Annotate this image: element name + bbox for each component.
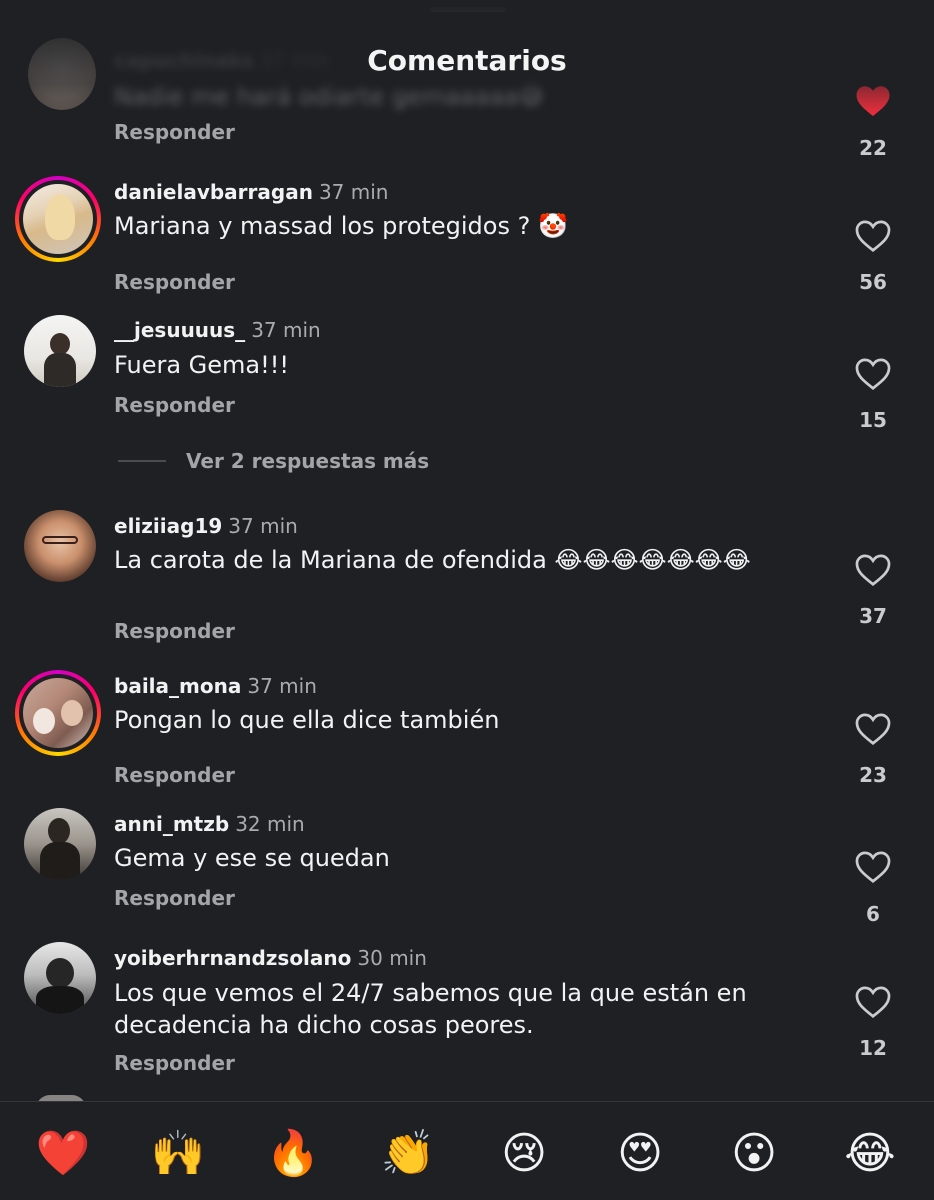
- comment-text: Los que vemos el 24/7 sabemos que la que…: [114, 979, 747, 1039]
- comment-time: 32 min: [235, 812, 305, 836]
- comment-time: 37 min: [228, 514, 298, 538]
- divider: [118, 460, 166, 462]
- like-count: 15: [859, 408, 887, 432]
- sheet-grab-handle[interactable]: [430, 7, 506, 12]
- comment-text: Fuera Gema!!!: [114, 351, 289, 379]
- fire-emoji-button[interactable]: 🔥: [265, 1126, 321, 1182]
- heart-outline-icon[interactable]: [855, 985, 891, 1019]
- comment-text: Mariana y massad los protegidos ? 🤡: [114, 212, 568, 240]
- view-more-replies-label: Ver 2 respuestas más: [186, 449, 430, 473]
- comment-text: Nadie me hará odiarte gemaaaaa😅: [114, 82, 544, 110]
- heart-outline-icon[interactable]: [855, 553, 891, 587]
- heart-outline-icon[interactable]: [855, 219, 891, 253]
- avatar: [23, 678, 93, 748]
- emoji-reaction-bar: ❤️ 🙌 🔥 👏 😢 😍 😮 😂: [0, 1101, 934, 1200]
- avatar[interactable]: [24, 942, 96, 1014]
- like-count: 56: [859, 270, 887, 294]
- comment-username[interactable]: __jesuuuus_ 37 min: [114, 318, 321, 342]
- comment-time: 37 min: [247, 674, 317, 698]
- page-title: Comentarios: [367, 44, 567, 77]
- red-heart-emoji-button[interactable]: ❤️: [35, 1126, 91, 1182]
- heart-outline-icon[interactable]: [855, 712, 891, 746]
- reply-button[interactable]: Responder: [114, 393, 235, 417]
- comment-username[interactable]: yoiberhrnandzsolano 30 min: [114, 946, 427, 970]
- avatar[interactable]: [24, 315, 96, 387]
- view-more-replies-button[interactable]: Ver 2 respuestas más: [118, 446, 429, 476]
- raising-hands-emoji-button[interactable]: 🙌: [150, 1126, 206, 1182]
- like-count: 6: [866, 902, 880, 926]
- comment-username[interactable]: eliziiag19 37 min: [114, 514, 298, 538]
- clapping-hands-emoji-button[interactable]: 👏: [380, 1126, 436, 1182]
- reply-button[interactable]: Responder: [114, 886, 235, 910]
- comment-time: 30 min: [357, 946, 427, 970]
- tears-of-joy-emoji-button[interactable]: 😂: [842, 1126, 898, 1182]
- heart-eyes-emoji-button[interactable]: 😍: [612, 1126, 668, 1182]
- heart-outline-icon[interactable]: [855, 357, 891, 391]
- surprised-face-emoji-button[interactable]: 😮: [726, 1126, 782, 1182]
- reply-button[interactable]: Responder: [114, 1051, 235, 1075]
- comments-sheet: Comentarios capuchinaks 37 min Nadie me h…: [0, 0, 934, 1200]
- like-count: 23: [859, 763, 887, 787]
- comment-username[interactable]: baila_mona 37 min: [114, 674, 317, 698]
- heart-outline-icon[interactable]: [855, 850, 891, 884]
- crying-face-emoji-button[interactable]: 😢: [496, 1126, 552, 1182]
- like-count: 22: [859, 136, 887, 160]
- comment-username[interactable]: anni_mtzb 32 min: [114, 812, 305, 836]
- comment-text: Pongan lo que ella dice también: [114, 706, 500, 734]
- avatar: [23, 184, 93, 254]
- avatar[interactable]: [24, 510, 96, 582]
- reply-button[interactable]: Responder: [114, 270, 235, 294]
- avatar[interactable]: [24, 808, 96, 880]
- comment-text: Gema y ese se quedan: [114, 844, 390, 872]
- avatar-story-ring[interactable]: [15, 176, 101, 262]
- comment-time: 37 min: [318, 180, 389, 204]
- reply-button[interactable]: Responder: [114, 619, 235, 643]
- like-count: 12: [859, 1036, 887, 1060]
- avatar-story-ring[interactable]: [15, 670, 101, 756]
- comment-username[interactable]: danielavbarragan 37 min: [114, 180, 388, 204]
- comment-text: La carota de la Mariana de ofendida 😂😂😂😂…: [114, 546, 751, 574]
- reply-button[interactable]: Responder: [114, 763, 235, 787]
- like-count: 37: [859, 604, 887, 628]
- heart-filled-icon[interactable]: [855, 84, 891, 118]
- comment-time: 37 min: [251, 318, 321, 342]
- reply-button[interactable]: Responder: [114, 120, 235, 144]
